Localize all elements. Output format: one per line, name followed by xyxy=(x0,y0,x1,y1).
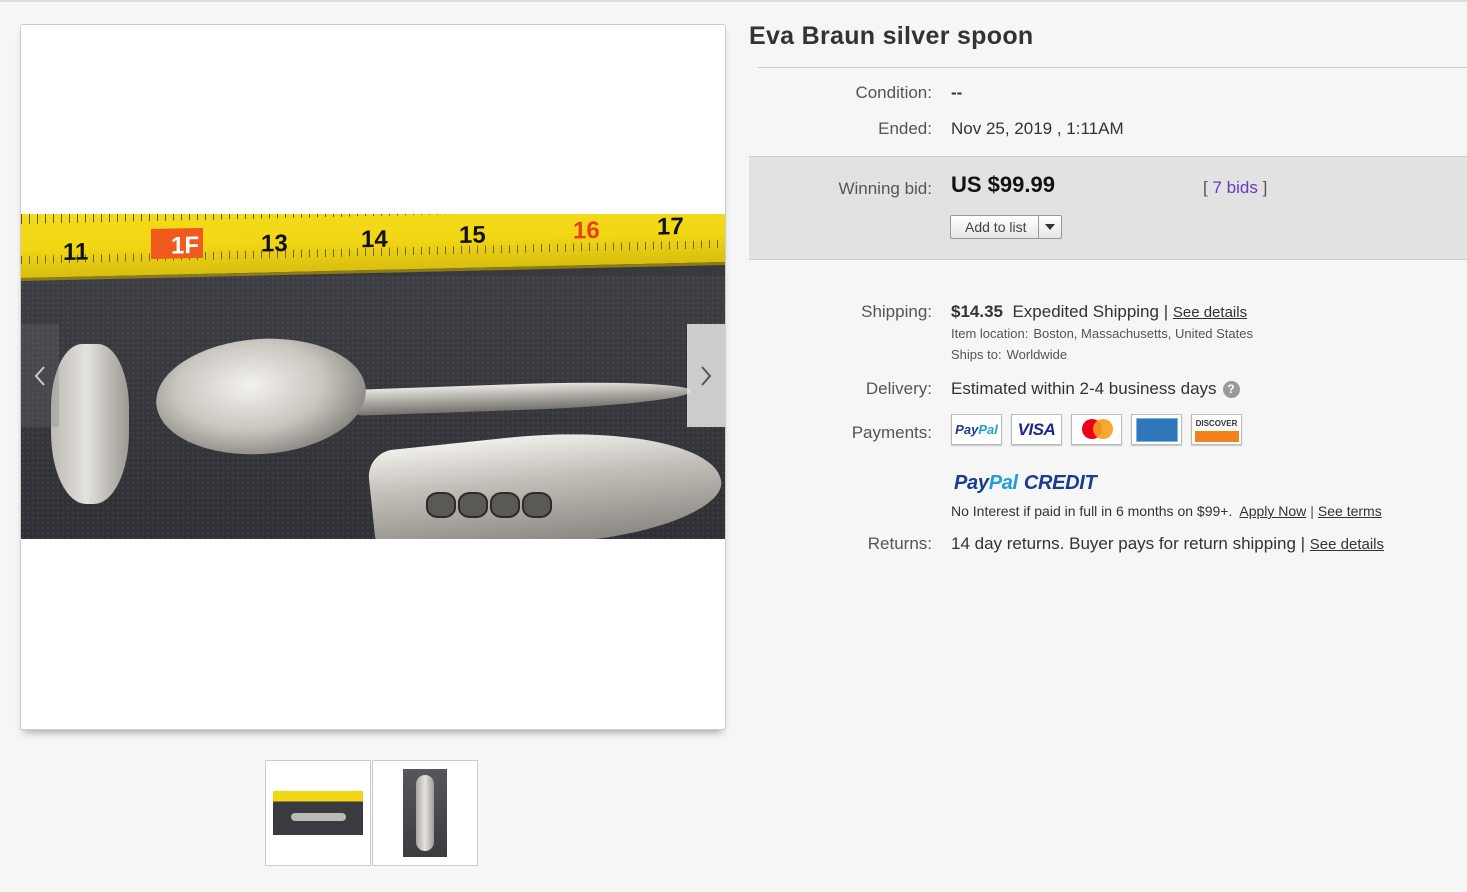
paypal-credit-offer: No Interest if paid in full in 6 months … xyxy=(951,503,1382,519)
top-border xyxy=(0,0,1467,2)
tape-number: 11 xyxy=(63,238,89,267)
paypal-credit-logo: PayPal CREDIT xyxy=(954,472,1097,494)
payments-label: Payments: xyxy=(851,423,932,442)
returns-label: Returns: xyxy=(867,534,932,553)
shipping-method: Expedited Shipping xyxy=(1012,302,1159,321)
payment-methods: PayPal VISA DISCOVER xyxy=(951,414,1251,445)
shipping-label: Shipping: xyxy=(861,302,932,321)
ships-to: Ships to: Worldwide xyxy=(951,347,1068,362)
shipping-see-details-link[interactable]: See details xyxy=(1173,304,1247,321)
amex-icon xyxy=(1131,414,1182,445)
ended-label: Ended: xyxy=(878,119,932,138)
tape-number: 13 xyxy=(261,229,288,258)
returns-value: 14 day returns. Buyer pays for return sh… xyxy=(951,534,1385,553)
previous-image-button[interactable] xyxy=(21,324,59,427)
hallmark xyxy=(490,492,520,518)
next-image-button[interactable] xyxy=(687,324,725,427)
visa-icon: VISA xyxy=(1011,414,1062,445)
discover-icon: DISCOVER xyxy=(1191,414,1242,445)
bids-link[interactable]: 7 bids xyxy=(1212,178,1257,197)
thumbnail-2[interactable] xyxy=(372,760,478,866)
thumbnail-image xyxy=(273,791,363,835)
winning-bid-label: Winning bid: xyxy=(838,179,932,198)
see-terms-link[interactable]: See terms xyxy=(1318,503,1382,519)
delivery-value: Estimated within 2-4 business days? xyxy=(951,379,1240,399)
item-location: Item location: Boston, Massachusetts, Uni… xyxy=(951,326,1253,341)
tape-number: 14 xyxy=(361,225,388,254)
thumbnail-1[interactable] xyxy=(265,760,371,866)
paypal-icon: PayPal xyxy=(951,414,1002,445)
tape-number: 17 xyxy=(657,214,684,241)
main-image-frame: 11 1F 13 14 15 16 17 xyxy=(20,24,726,730)
hallmark xyxy=(522,492,552,518)
add-to-list-dropdown[interactable] xyxy=(1039,216,1061,238)
title-divider xyxy=(758,67,1467,68)
bids-count: [ 7 bids ] xyxy=(1203,178,1268,197)
tape-number: 16 xyxy=(573,216,600,245)
caret-down-icon xyxy=(1045,224,1056,230)
condition-value: -- xyxy=(951,83,963,102)
main-item-photo[interactable]: 11 1F 13 14 15 16 17 xyxy=(21,214,725,539)
winning-bid-panel xyxy=(749,156,1467,260)
spoon-handle-left xyxy=(51,344,129,504)
delivery-label: Delivery: xyxy=(865,379,932,398)
returns-see-details-link[interactable]: See details xyxy=(1310,536,1384,553)
thumbnail-strip xyxy=(265,760,479,866)
hallmark xyxy=(458,492,488,518)
shipping-value: $14.35 Expedited Shipping | See details xyxy=(951,302,1248,321)
tape-number: 15 xyxy=(459,221,486,250)
ended-value: Nov 25, 2019 , 1:11AM xyxy=(951,119,1124,138)
measuring-tape: 11 1F 13 14 15 16 17 xyxy=(21,214,725,281)
mastercard-icon xyxy=(1071,414,1122,445)
add-to-list-button[interactable]: Add to list xyxy=(951,216,1040,238)
thumbnail-image xyxy=(403,769,447,857)
tape-number: 1F xyxy=(171,231,200,260)
add-to-list-control: Add to list xyxy=(950,215,1063,239)
hallmark xyxy=(426,492,456,518)
shipping-price: $14.35 xyxy=(951,302,1003,321)
chevron-right-icon xyxy=(701,365,712,386)
apply-now-link[interactable]: Apply Now xyxy=(1239,503,1306,519)
item-title: Eva Braun silver spoon xyxy=(749,22,1034,50)
winning-bid-price: US $99.99 xyxy=(951,172,1055,197)
chevron-left-icon xyxy=(34,365,45,386)
help-icon[interactable]: ? xyxy=(1222,381,1240,398)
condition-label: Condition: xyxy=(855,83,932,102)
